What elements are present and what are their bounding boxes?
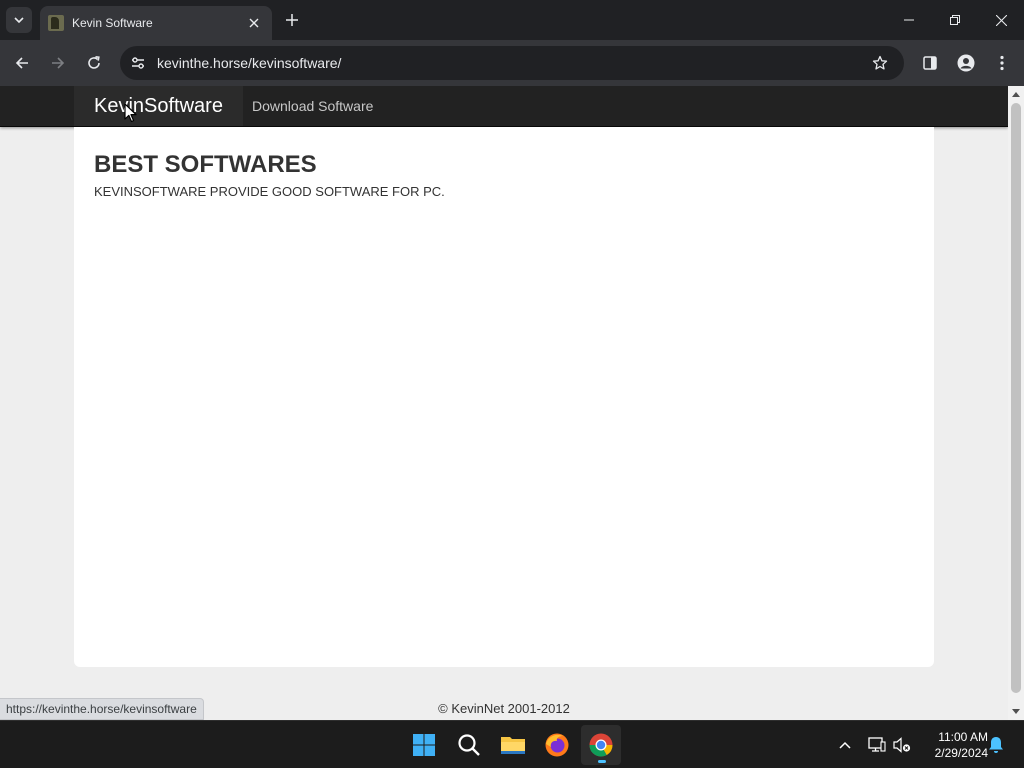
side-panel-button[interactable] [916, 49, 944, 77]
firefox-icon [545, 733, 569, 757]
chevron-down-icon [14, 17, 24, 24]
status-bar-url: https://kevinthe.horse/kevinsoftware [0, 698, 204, 720]
star-icon [872, 55, 888, 70]
profile-icon [957, 54, 975, 72]
profile-button[interactable] [952, 49, 980, 77]
arrow-left-icon [15, 57, 28, 69]
site-info-button[interactable] [126, 51, 150, 75]
mouse-cursor-icon [124, 103, 137, 123]
address-bar[interactable]: kevinthe.horse/kevinsoftware/ [120, 46, 904, 80]
scroll-down-button[interactable] [1008, 704, 1024, 720]
bell-icon [989, 737, 1003, 753]
tab-close-button[interactable] [246, 15, 262, 31]
browser-tab-strip: Kevin Software [0, 0, 1024, 40]
triangle-down-icon [1012, 709, 1020, 714]
scroll-up-button[interactable] [1008, 86, 1024, 102]
tab-title: Kevin Software [72, 16, 153, 30]
site-brand-link[interactable]: KevinSoftware [74, 86, 243, 126]
reload-icon [88, 56, 100, 69]
network-status-button[interactable] [865, 733, 889, 757]
chevron-up-icon [839, 741, 851, 749]
taskbar-clock[interactable]: 11:00 AM 2/29/2024 [918, 729, 988, 761]
network-icon [868, 737, 886, 752]
site-navbar: KevinSoftware Download Software [0, 86, 1008, 127]
close-icon [995, 14, 1007, 26]
arrow-right-icon [52, 57, 65, 69]
side-panel-icon [923, 56, 937, 70]
reload-button[interactable] [80, 49, 108, 77]
chrome-menu-button[interactable] [988, 49, 1016, 77]
nav-link-download-software[interactable]: Download Software [252, 98, 373, 114]
search-icon [458, 734, 480, 756]
kebab-menu-icon [1000, 55, 1004, 71]
start-button[interactable] [404, 725, 444, 765]
notifications-button[interactable] [984, 733, 1008, 757]
volume-button[interactable] [890, 733, 914, 757]
content-card: BEST SOFTWARES KEVINSOFTWARE PROVIDE GOO… [74, 127, 934, 667]
close-icon [249, 18, 259, 28]
page-subtext: KEVINSOFTWARE PROVIDE GOOD SOFTWARE FOR … [94, 184, 445, 199]
tab-search-button[interactable] [6, 7, 32, 33]
chrome-icon [589, 733, 613, 757]
clock-date: 2/29/2024 [934, 746, 988, 760]
clock-time: 11:00 AM [938, 730, 988, 744]
taskbar-firefox[interactable] [537, 725, 577, 765]
show-hidden-icons-button[interactable] [833, 733, 857, 757]
restore-icon [950, 15, 960, 25]
bookmark-button[interactable] [870, 53, 890, 73]
page-heading: BEST SOFTWARES [94, 151, 317, 178]
scrollbar-thumb[interactable] [1011, 103, 1021, 693]
taskbar-search-button[interactable] [449, 725, 489, 765]
url-text: kevinthe.horse/kevinsoftware/ [157, 55, 342, 71]
page-scrollbar[interactable] [1008, 86, 1024, 720]
volume-muted-icon [893, 737, 911, 753]
restore-button[interactable] [932, 0, 978, 40]
windows-start-icon [413, 734, 435, 756]
windows-taskbar: 11:00 AM 2/29/2024 [0, 720, 1024, 768]
minimize-icon [904, 19, 914, 21]
taskbar-file-explorer[interactable] [493, 725, 533, 765]
back-button[interactable] [8, 49, 36, 77]
new-tab-button[interactable] [280, 8, 304, 32]
site-favicon-icon [48, 15, 64, 31]
active-app-indicator [598, 760, 606, 763]
tune-icon [132, 57, 144, 69]
taskbar-chrome[interactable] [581, 725, 621, 765]
triangle-up-icon [1012, 92, 1020, 97]
page-viewport: KevinSoftware Download Software BEST SOF… [0, 86, 1008, 720]
browser-toolbar: kevinthe.horse/kevinsoftware/ [0, 40, 1024, 86]
forward-button[interactable] [44, 49, 72, 77]
plus-icon [286, 14, 298, 26]
browser-tab[interactable]: Kevin Software [40, 6, 272, 40]
folder-icon [501, 737, 525, 754]
minimize-button[interactable] [886, 0, 932, 40]
window-close-button[interactable] [978, 0, 1024, 40]
